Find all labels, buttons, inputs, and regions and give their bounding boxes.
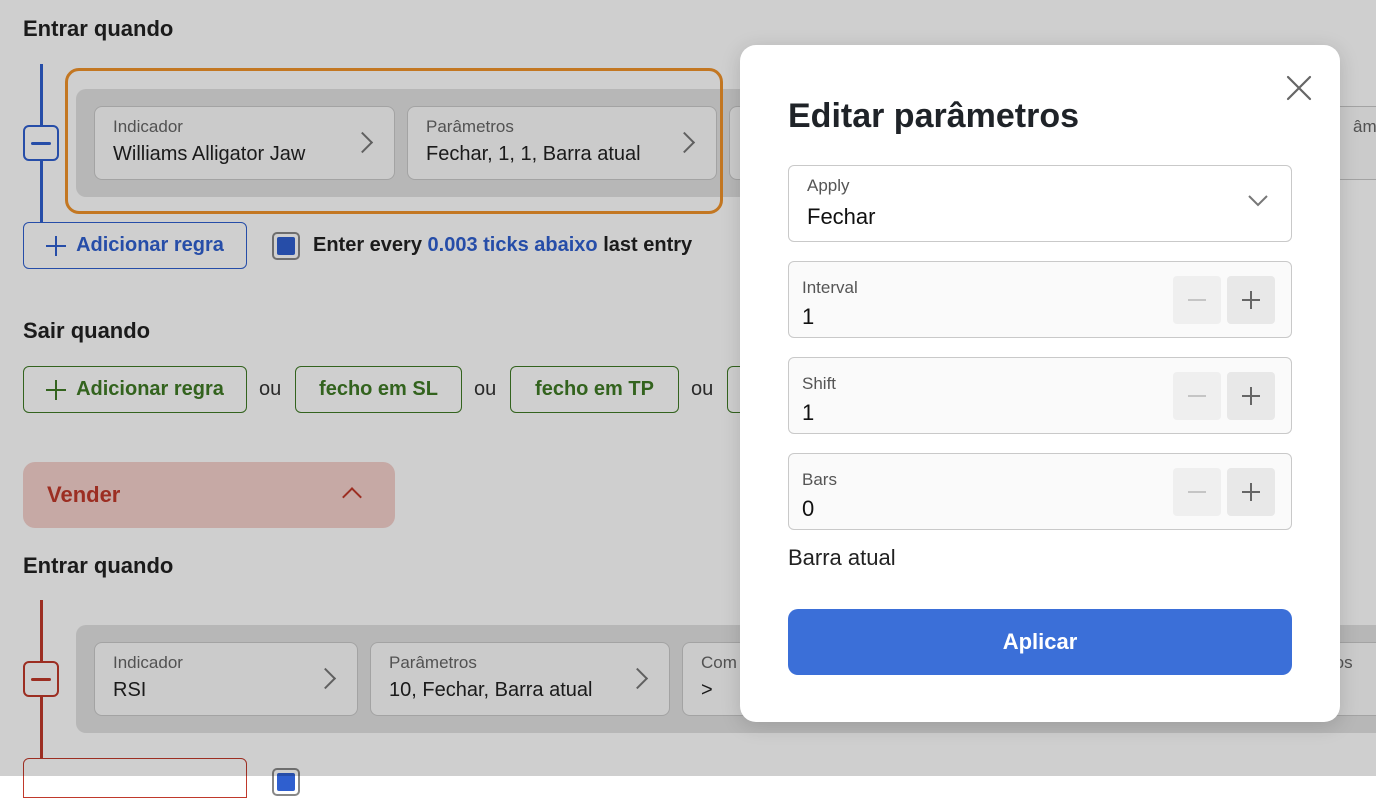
field-value: 0 — [802, 496, 815, 521]
field-value: 1 — [802, 304, 815, 329]
field-value: Fechar — [807, 204, 876, 229]
field-value: 1 — [802, 400, 815, 425]
edit-parameters-dialog: Editar parâmetros Apply Fechar Interval … — [740, 45, 1340, 722]
interval-field[interactable]: Interval 1 — [788, 261, 1292, 338]
bars-field[interactable]: Bars 0 — [788, 453, 1292, 530]
apply-button-label: Aplicar — [1002, 629, 1078, 654]
field-label: Apply — [807, 176, 850, 195]
field-label: Shift — [802, 374, 837, 393]
plus-icon — [1242, 291, 1260, 309]
shift-field[interactable]: Shift 1 — [788, 357, 1292, 434]
bars-hint: Barra atual — [788, 545, 896, 570]
plus-icon — [1242, 483, 1260, 501]
close-icon[interactable] — [1285, 74, 1313, 102]
increment-button[interactable] — [1227, 276, 1275, 324]
field-label: Interval — [802, 278, 858, 297]
decrement-button[interactable] — [1173, 372, 1221, 420]
plus-icon — [1242, 387, 1260, 405]
decrement-button[interactable] — [1173, 276, 1221, 324]
minus-icon — [1188, 299, 1206, 301]
chevron-down-icon — [1247, 194, 1269, 213]
increment-button[interactable] — [1227, 372, 1275, 420]
increment-button[interactable] — [1227, 468, 1275, 516]
field-label: Bars — [802, 470, 837, 489]
decrement-button[interactable] — [1173, 468, 1221, 516]
dialog-title: Editar parâmetros — [788, 97, 1079, 135]
minus-icon — [1188, 395, 1206, 397]
minus-icon — [1188, 491, 1206, 493]
apply-select[interactable]: Apply Fechar — [788, 165, 1292, 242]
apply-button[interactable]: Aplicar — [788, 609, 1292, 675]
